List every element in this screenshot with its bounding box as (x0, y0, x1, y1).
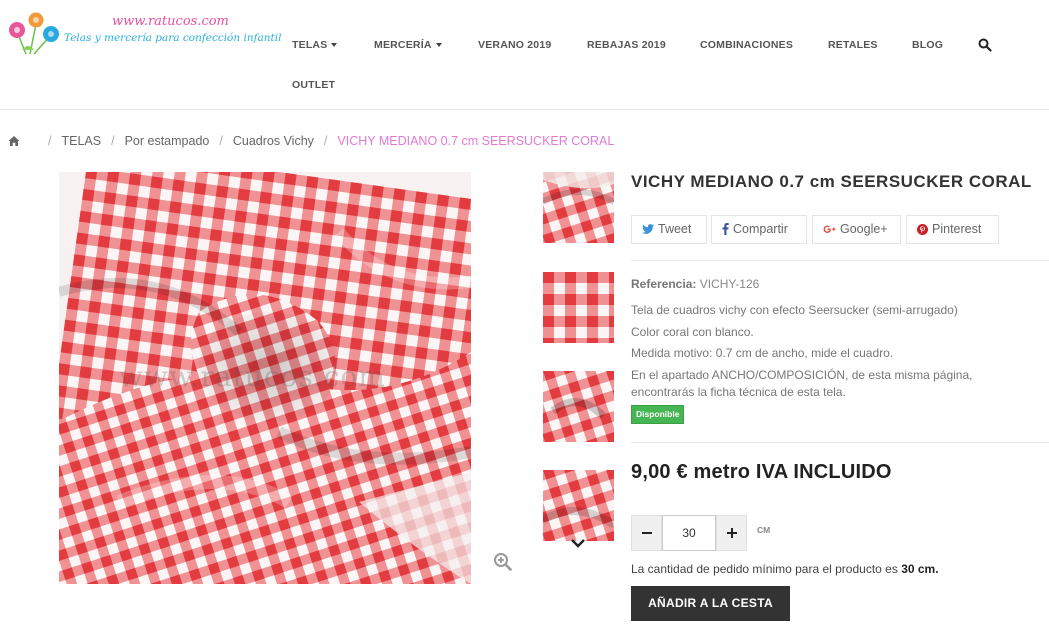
breadcrumb-separator: / (219, 133, 223, 148)
thumbnail-image (543, 371, 614, 442)
thumbnail-image (543, 172, 614, 243)
nav-item-telas[interactable]: TELAS (292, 39, 338, 51)
pinterest-icon (917, 224, 928, 235)
twitter-icon (642, 224, 654, 234)
site-header: www.ratucos.com Telas y mercería para co… (0, 0, 1049, 110)
facebook-share-button[interactable]: Compartir (711, 215, 807, 244)
product-main-image[interactable]: www.ratucos.com (59, 172, 471, 584)
nav-item-rebajas-2019[interactable]: REBAJAS 2019 (587, 39, 666, 51)
availability-badge: Disponible (631, 405, 685, 424)
breadcrumb-separator: / (111, 133, 115, 148)
google-plus-label: Google+ (840, 222, 888, 236)
nav-item-label: COMBINACIONES (700, 39, 794, 51)
flowers-logo-icon (9, 12, 59, 55)
nav-item-label: TELAS (292, 39, 328, 51)
add-to-cart-button[interactable]: AÑADIR A LA CESTA (631, 586, 790, 621)
nav-item-label: BLOG (912, 39, 944, 51)
quantity-decrease-button[interactable] (631, 515, 662, 551)
quantity-unit: CM (757, 525, 771, 535)
reference-label: Referencia: (631, 277, 697, 291)
nav-item-retales[interactable]: RETALES (828, 39, 878, 51)
product-reference: Referencia: VICHY-126 (631, 277, 759, 291)
minimum-order-value: 30 cm. (901, 562, 939, 576)
divider (631, 260, 1049, 261)
pinterest-button[interactable]: Pinterest (906, 215, 999, 244)
compartir-label: Compartir (733, 222, 788, 236)
divider (631, 442, 1049, 443)
search-icon[interactable] (978, 38, 992, 52)
pinterest-label: Pinterest (932, 222, 982, 236)
nav-item-label: OUTLET (292, 79, 336, 91)
google-plus-icon (823, 225, 836, 233)
nav-item-label: REBAJAS 2019 (587, 39, 666, 51)
tweet-button[interactable]: Tweet (631, 215, 707, 244)
logo-tagline: Telas y mercería para confección infanti… (64, 32, 282, 44)
nav-item-label: MERCERÍA (374, 39, 432, 51)
caret-down-icon (331, 43, 338, 48)
nav-item-merceria[interactable]: MERCERÍA (374, 39, 442, 51)
breadcrumb-separator: / (48, 133, 52, 148)
breadcrumb-separator: / (323, 133, 328, 148)
reference-value: VICHY-126 (699, 277, 760, 291)
description-line-4: En el apartado ANCHO/COMPOSICIÓN, de est… (631, 368, 973, 382)
product-title: VICHY MEDIANO 0.7 cm SEERSUCKER CORAL (631, 172, 1032, 191)
thumbnail-4[interactable] (543, 470, 614, 541)
thumbnail-3[interactable] (543, 371, 614, 442)
breadcrumb-current: VICHY MEDIANO 0.7 cm SEERSUCKER CORAL (337, 133, 615, 148)
tweet-label: Tweet (658, 222, 692, 236)
quantity-increase-button[interactable] (716, 515, 747, 551)
thumbnail-2[interactable] (543, 272, 614, 343)
thumbnail-image (543, 272, 614, 343)
facebook-icon (722, 223, 729, 235)
home-icon[interactable] (8, 135, 20, 147)
description-line-2: Color coral con blanco. (631, 325, 754, 339)
image-watermark: www.ratucos.com (119, 360, 386, 393)
thumbnail-image (543, 470, 614, 541)
logo-url-text: www.ratucos.com (112, 14, 229, 29)
nav-item-outlet[interactable]: OUTLET (292, 79, 335, 91)
breadcrumb-link-telas[interactable]: TELAS (61, 134, 101, 148)
thumbnail-1[interactable] (543, 172, 614, 243)
description-line-1: Tela de cuadros vichy con efecto Seersuc… (631, 303, 958, 317)
nav-item-label: VERANO 2019 (478, 39, 552, 51)
quantity-input[interactable] (662, 515, 716, 551)
product-price: 9,00 € metro IVA INCLUIDO (631, 461, 892, 483)
nav-item-verano-2019[interactable]: VERANO 2019 (478, 39, 551, 51)
minimum-order-text: La cantidad de pedido mínimo para el pro… (631, 562, 898, 576)
zoom-in-icon[interactable] (493, 552, 513, 572)
site-logo[interactable]: www.ratucos.com Telas y mercería para co… (6, 8, 281, 58)
caret-down-icon (435, 43, 442, 48)
breadcrumb: / TELAS / Por estampado / Cuadros Vichy / VICHY… (8, 133, 614, 148)
chevron-down-icon[interactable] (570, 537, 586, 549)
breadcrumb-link-cuadros-vichy[interactable]: Cuadros Vichy (233, 134, 314, 148)
breadcrumb-link-por-estampado[interactable]: Por estampado (125, 134, 210, 148)
google-plus-button[interactable]: Google+ (812, 215, 901, 244)
nav-item-combinaciones[interactable]: COMBINACIONES (700, 39, 793, 51)
description-line-5: encontrarás la ficha técnica de esta tel… (631, 385, 846, 399)
nav-item-blog[interactable]: BLOG (912, 39, 943, 51)
minimum-order-note: La cantidad de pedido mínimo para el pro… (631, 562, 939, 576)
nav-item-label: RETALES (828, 39, 878, 51)
description-line-3: Medida motivo: 0.7 cm de ancho, mide el … (631, 346, 894, 360)
